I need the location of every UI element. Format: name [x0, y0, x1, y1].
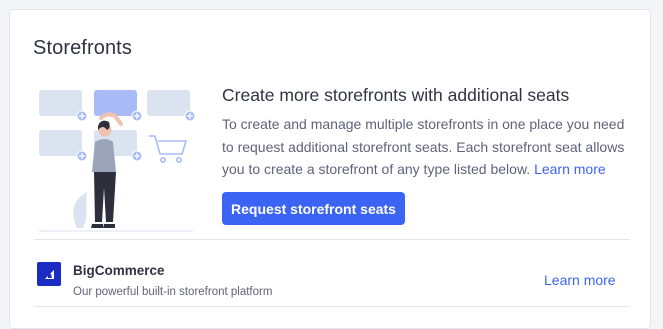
request-storefront-seats-button[interactable]: Request storefront seats — [222, 192, 405, 225]
promo-heading: Create more storefronts with additional … — [222, 85, 570, 105]
promo-description: To create and manage multiple storefront… — [222, 113, 627, 181]
card-title: Storefronts — [33, 37, 132, 59]
divider — [34, 306, 630, 307]
storefront-description: Our powerful built-in storefront platfor… — [73, 286, 273, 298]
storefront-name: BigCommerce — [73, 263, 165, 278]
storefront-learn-more-link[interactable]: Learn more — [544, 272, 616, 288]
promo-learn-more-link[interactable]: Learn more — [534, 161, 606, 177]
seats-illustration — [39, 90, 196, 232]
bigcommerce-logo-icon — [37, 262, 61, 286]
storefronts-card: Storefronts Create more storefronts with… — [9, 9, 651, 329]
divider — [34, 239, 630, 240]
